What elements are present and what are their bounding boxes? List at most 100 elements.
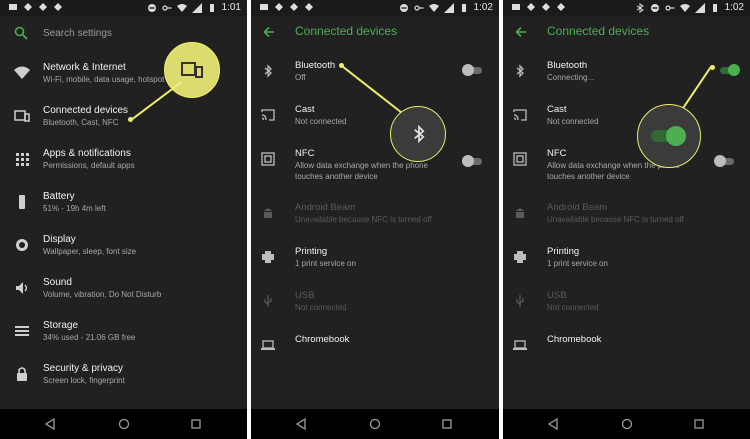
device-item-title: USB [295, 290, 315, 301]
callout-highlight [390, 106, 446, 162]
device-item-title: Cast [295, 104, 315, 115]
battery-icon [19, 195, 25, 209]
settings-item-subtitle: 34% used - 21.06 GB free [43, 333, 136, 342]
navigation-bar [503, 409, 750, 439]
leaf-icon [542, 3, 550, 11]
settings-item-connected-devices[interactable]: Connected devices Bluetooth, Cast, NFC [0, 98, 247, 138]
recents-nav-icon[interactable] [693, 418, 705, 430]
lock-icon [17, 367, 27, 381]
nfc-toggle[interactable] [714, 155, 736, 167]
chromebook-icon [513, 340, 527, 350]
device-item-title: Chromebook [547, 334, 602, 345]
device-item-title: Android Beam [547, 202, 608, 213]
sound-icon [16, 282, 28, 294]
settings-item-title: Sound [43, 277, 72, 288]
apps-icon [16, 153, 29, 166]
notification-icon [9, 4, 17, 10]
device-item-nfc[interactable]: NFC Allow data exchange when the phone t… [251, 144, 499, 184]
key-icon [161, 4, 172, 11]
settings-item-subtitle: Wi-Fi, mobile, data usage, hotspot [43, 75, 165, 84]
device-item-subtitle: 1 print service on [295, 259, 356, 268]
device-item-usb: USB Not connected [503, 286, 750, 326]
device-item-title: Android Beam [295, 202, 356, 213]
connected-devices-icon [14, 110, 30, 122]
settings-item-subtitle: Screen lock, fingerprint [43, 376, 125, 385]
bluetooth-toggle[interactable] [718, 64, 740, 76]
search-input[interactable]: Search settings [43, 28, 112, 39]
nfc-icon [261, 152, 275, 166]
callout-highlight [637, 104, 701, 168]
search-icon[interactable] [14, 26, 28, 40]
device-item-chromebook[interactable]: Chromebook [251, 330, 499, 370]
settings-item-subtitle: Permissions, default apps [43, 161, 135, 170]
settings-item-title: Apps & notifications [43, 148, 131, 159]
back-nav-icon[interactable] [547, 418, 559, 430]
device-item-nfc[interactable]: NFC Allow data exchange when the phone t… [503, 144, 750, 184]
notification-icon [260, 4, 268, 10]
usb-icon [516, 295, 524, 307]
device-item-subtitle: Allow data exchange when the phone touch… [295, 161, 428, 181]
search-bar[interactable]: Search settings [0, 22, 247, 46]
settings-item-subtitle: Wallpaper, sleep, font size [43, 247, 137, 256]
device-item-bluetooth[interactable]: Bluetooth Connecting... [503, 56, 750, 96]
device-item-subtitle: Not connected [295, 303, 347, 312]
device-item-title: Chromebook [295, 334, 350, 345]
wifi-signal-icon [679, 3, 690, 12]
cast-icon [261, 109, 275, 121]
cell-signal-icon [694, 2, 705, 13]
device-item-subtitle: 1 print service on [547, 259, 608, 268]
settings-item-apps[interactable]: Apps & notifications Permissions, defaul… [0, 141, 247, 181]
settings-item-security[interactable]: Security & privacy Screen lock, fingerpr… [0, 356, 247, 396]
home-nav-icon[interactable] [369, 418, 381, 430]
app-bar: Connected devices [503, 16, 750, 48]
toggle-thumb-zoomed [666, 126, 686, 146]
home-nav-icon[interactable] [621, 418, 633, 430]
android-beam-icon [264, 208, 272, 218]
back-arrow-icon[interactable] [263, 26, 275, 38]
callout-highlight [164, 42, 220, 98]
bluetooth-toggle[interactable] [462, 64, 484, 76]
device-item-cast[interactable]: Cast Not connected [251, 100, 499, 140]
recents-nav-icon[interactable] [190, 418, 202, 430]
settings-item-title: Display [43, 234, 76, 245]
storage-icon [15, 326, 29, 336]
device-item-title: Bluetooth [547, 60, 588, 71]
settings-item-title: Security & privacy [43, 363, 124, 374]
chromebook-icon [261, 340, 275, 350]
settings-item-storage[interactable]: Storage 34% used - 21.06 GB free [0, 313, 247, 353]
connected-devices-screen-off: 1:02 Connected devices Bluetooth Off Cas… [251, 0, 499, 439]
battery-status-icon [712, 3, 717, 12]
nfc-toggle[interactable] [462, 155, 484, 167]
do-not-disturb-icon [399, 3, 408, 12]
device-item-printing[interactable]: Printing 1 print service on [503, 242, 750, 282]
settings-item-battery[interactable]: Battery 51% - 19h 4m left [0, 184, 247, 224]
home-nav-icon[interactable] [118, 418, 130, 430]
device-item-printing[interactable]: Printing 1 print service on [251, 242, 499, 282]
battery-status-icon [461, 3, 466, 12]
recents-nav-icon[interactable] [441, 418, 453, 430]
status-time: 1:01 [221, 2, 241, 13]
device-item-subtitle: Off [295, 73, 306, 82]
settings-item-display[interactable]: Display Wallpaper, sleep, font size [0, 227, 247, 267]
status-bar: 1:01 [0, 0, 247, 16]
status-bar: 1:02 [503, 0, 750, 16]
status-bar: 1:02 [251, 0, 499, 16]
device-item-cast[interactable]: Cast Not connected [503, 100, 750, 140]
wifi-signal-icon [428, 3, 439, 12]
back-arrow-icon[interactable] [515, 26, 527, 38]
cell-signal-icon [191, 2, 202, 13]
device-item-title: USB [547, 290, 567, 301]
nfc-icon [513, 152, 527, 166]
navigation-bar [0, 409, 247, 439]
settings-item-title: Connected devices [43, 105, 129, 116]
back-nav-icon[interactable] [44, 418, 56, 430]
usb-icon [264, 295, 272, 307]
device-item-title: Cast [547, 104, 567, 115]
back-nav-icon[interactable] [295, 418, 307, 430]
device-item-chromebook[interactable]: Chromebook [503, 330, 750, 370]
settings-item-sound[interactable]: Sound Volume, vibration, Do Not Disturb [0, 270, 247, 310]
wifi-signal-icon [176, 3, 187, 12]
key-icon [413, 4, 424, 11]
settings-item-subtitle: 51% - 19h 4m left [43, 204, 106, 213]
settings-screen: 1:01 Search settings Network & Internet … [0, 0, 247, 439]
